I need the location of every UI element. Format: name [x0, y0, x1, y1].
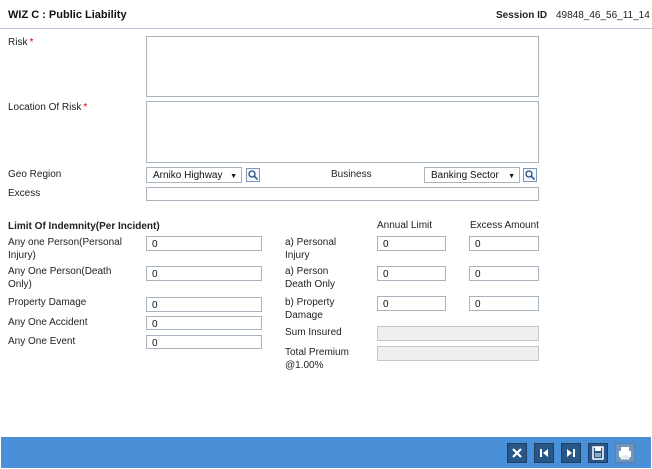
limit-label: a) Personal Injury — [285, 237, 337, 261]
section-title: Limit Of Indemnity(Per Incident) — [8, 221, 160, 232]
geo-region-select[interactable]: Arniko Highway ▼ — [146, 167, 242, 183]
excess-amount-input[interactable]: 0 — [469, 236, 539, 251]
limit-label: b) Property Damage — [285, 297, 335, 321]
excess-label: Excess — [8, 188, 41, 199]
indemnity-label: Any one Person(Personal Injury) — [8, 237, 122, 261]
required-marker: * — [83, 102, 88, 113]
print-button[interactable] — [615, 443, 635, 463]
indemnity-input[interactable]: 0 — [146, 335, 262, 349]
sum-insured-label: Sum Insured — [285, 327, 342, 338]
indemnity-input[interactable]: 0 — [146, 297, 262, 312]
session-id-label: Session ID — [496, 10, 548, 21]
total-premium-label: Total Premium @1.00% — [285, 347, 349, 371]
session-id-value: 49848_46_56_11_14 — [556, 10, 650, 21]
indemnity-label: Property Damage — [8, 297, 87, 308]
close-icon — [512, 448, 522, 458]
location-textarea[interactable] — [146, 101, 539, 163]
business-label: Business — [331, 169, 372, 180]
total-premium-field — [377, 346, 539, 361]
excess-amount-input[interactable]: 0 — [469, 296, 539, 311]
excess-amount-header: Excess Amount — [470, 220, 539, 231]
indemnity-input[interactable]: 0 — [146, 316, 262, 330]
first-icon — [540, 449, 548, 457]
indemnity-input[interactable]: 0 — [146, 266, 262, 281]
save-button[interactable] — [588, 443, 608, 463]
first-button[interactable] — [534, 443, 554, 463]
save-icon — [592, 446, 604, 460]
annual-limit-input[interactable]: 0 — [377, 236, 446, 251]
required-marker: * — [29, 37, 34, 48]
excess-amount-input[interactable]: 0 — [469, 266, 539, 281]
indemnity-input[interactable]: 0 — [146, 236, 262, 251]
excess-input[interactable] — [146, 187, 539, 201]
risk-label: Risk * — [8, 37, 34, 48]
close-button[interactable] — [507, 443, 527, 463]
indemnity-label: Any One Event — [8, 336, 76, 347]
business-select[interactable]: Banking Sector ▼ — [424, 167, 520, 183]
search-icon[interactable] — [523, 168, 537, 182]
header-divider — [0, 28, 652, 29]
page-title: WIZ C : Public Liability — [8, 9, 127, 21]
last-icon — [567, 449, 575, 457]
chevron-down-icon: ▼ — [508, 173, 515, 180]
indemnity-label: Any One Accident — [8, 317, 88, 328]
limit-label: a) Person Death Only — [285, 266, 336, 290]
print-icon — [619, 447, 631, 460]
chevron-down-icon: ▼ — [230, 173, 237, 180]
annual-limit-header: Annual Limit — [377, 220, 433, 231]
annual-limit-input[interactable]: 0 — [377, 266, 446, 281]
sum-insured-field — [377, 326, 539, 341]
geo-region-label: Geo Region — [8, 169, 62, 180]
annual-limit-input[interactable]: 0 — [377, 296, 446, 311]
location-label: Location Of Risk * — [8, 102, 88, 113]
indemnity-label: Any One Person(Death Only) — [8, 266, 112, 290]
last-button[interactable] — [561, 443, 581, 463]
search-icon[interactable] — [246, 168, 260, 182]
risk-textarea[interactable] — [146, 36, 539, 97]
